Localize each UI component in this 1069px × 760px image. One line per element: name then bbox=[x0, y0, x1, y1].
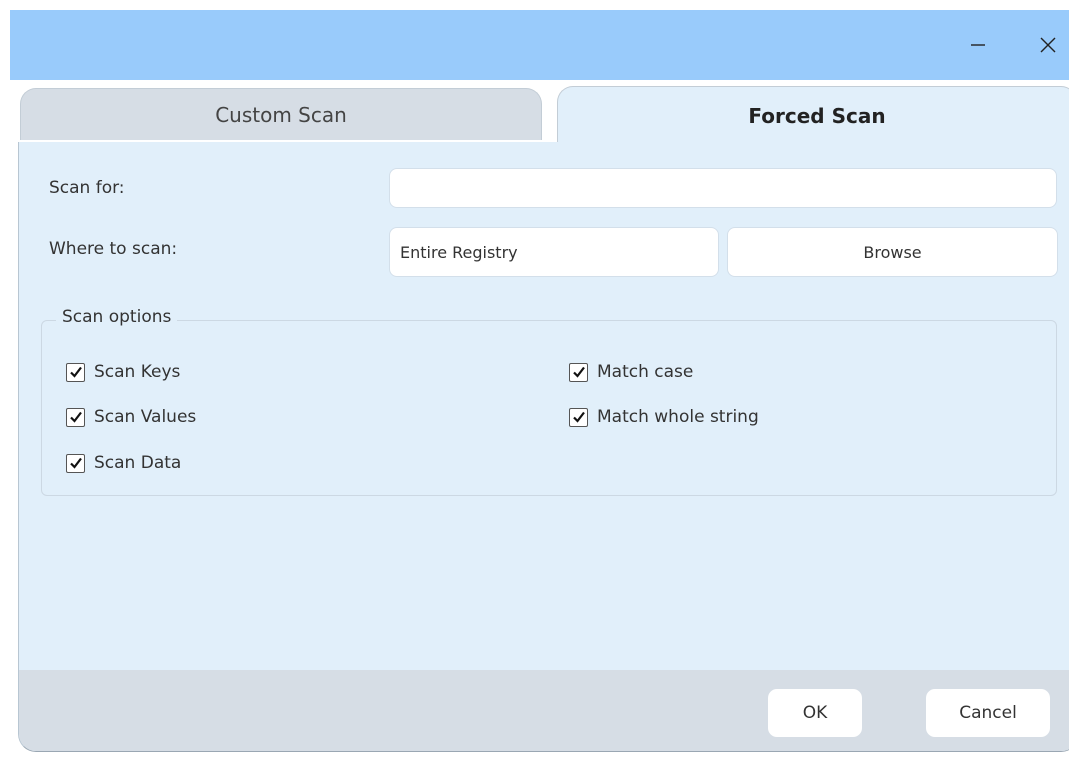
tab-custom-scan[interactable]: Custom Scan bbox=[20, 88, 542, 140]
browse-button-label: Browse bbox=[863, 242, 922, 262]
scan-values-checkbox[interactable]: Scan Values bbox=[66, 407, 196, 427]
scan-dialog: Custom Scan Forced Scan Scan for: Where … bbox=[10, 80, 1069, 760]
checkmark-icon bbox=[572, 366, 585, 378]
where-to-scan-value: Entire Registry bbox=[400, 242, 518, 262]
scan-options-group: Scan options Scan Keys Scan Values Scan … bbox=[41, 307, 1057, 496]
browse-button[interactable]: Browse bbox=[727, 227, 1058, 277]
tab-forced-scan[interactable]: Forced Scan bbox=[557, 86, 1069, 144]
close-button[interactable] bbox=[1018, 10, 1069, 80]
forced-scan-panel: Scan for: Where to scan: Entire Registry… bbox=[18, 142, 1069, 752]
checkbox-box[interactable] bbox=[66, 453, 85, 473]
close-icon bbox=[1040, 37, 1056, 53]
tab-forced-scan-label: Forced Scan bbox=[748, 103, 886, 128]
checkbox-box[interactable] bbox=[569, 407, 588, 427]
checkbox-box[interactable] bbox=[569, 362, 588, 382]
checkmark-icon bbox=[69, 457, 82, 469]
cancel-button-label: Cancel bbox=[959, 703, 1017, 723]
minimize-button[interactable] bbox=[948, 10, 1008, 80]
dialog-footer: OK Cancel bbox=[19, 670, 1069, 751]
checkbox-box[interactable] bbox=[66, 407, 85, 427]
match-whole-string-label: Match whole string bbox=[597, 407, 759, 427]
scan-values-label: Scan Values bbox=[94, 407, 197, 427]
scan-data-checkbox[interactable]: Scan Data bbox=[66, 453, 181, 473]
where-to-scan-label: Where to scan: bbox=[49, 239, 178, 259]
scan-for-input[interactable] bbox=[389, 168, 1057, 208]
scan-keys-checkbox[interactable]: Scan Keys bbox=[66, 362, 180, 382]
match-case-label: Match case bbox=[597, 362, 694, 382]
checkmark-icon bbox=[572, 411, 585, 423]
ok-button-label: OK bbox=[802, 703, 828, 723]
where-to-scan-field[interactable]: Entire Registry bbox=[389, 227, 719, 277]
checkmark-icon bbox=[69, 411, 82, 423]
checkmark-icon bbox=[69, 366, 82, 378]
ok-button[interactable]: OK bbox=[767, 688, 863, 738]
cancel-button[interactable]: Cancel bbox=[925, 688, 1051, 738]
scan-for-label: Scan for: bbox=[49, 178, 125, 198]
minimize-icon bbox=[971, 44, 985, 46]
title-bar bbox=[10, 10, 1069, 80]
match-whole-string-checkbox[interactable]: Match whole string bbox=[569, 407, 759, 427]
checkbox-box[interactable] bbox=[66, 362, 85, 382]
scan-data-label: Scan Data bbox=[94, 453, 182, 473]
scan-options-label: Scan options bbox=[56, 307, 178, 327]
scan-keys-label: Scan Keys bbox=[94, 362, 181, 382]
match-case-checkbox[interactable]: Match case bbox=[569, 362, 693, 382]
tab-custom-scan-label: Custom Scan bbox=[215, 102, 347, 127]
